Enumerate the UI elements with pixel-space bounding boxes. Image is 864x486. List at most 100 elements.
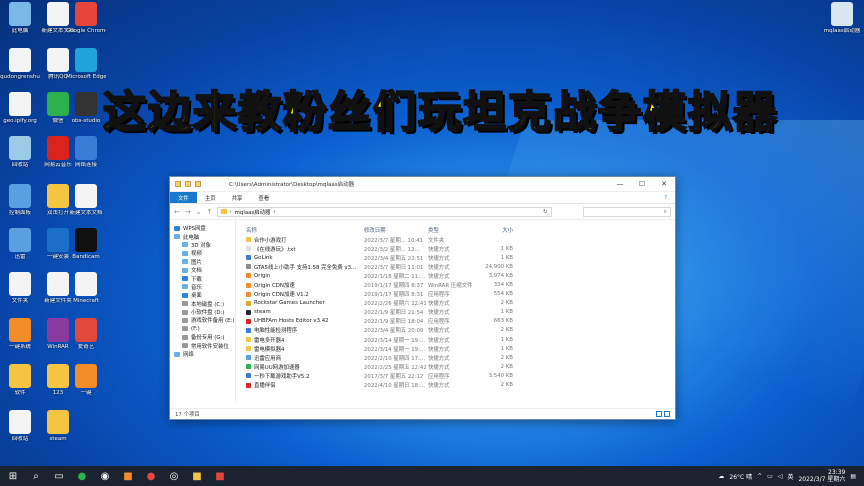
- steam-icon[interactable]: ◉: [98, 469, 112, 483]
- address-bar[interactable]: › mqlaas启动器 › ↻: [216, 206, 552, 217]
- nav-item[interactable]: 桌面: [170, 291, 235, 299]
- table-row[interactable]: 雷电多开器4 2022/3/14 星期一 19:... 快捷方式 1 KB: [236, 335, 675, 344]
- desktop-icon[interactable]: 文件夹: [0, 272, 40, 316]
- nav-item[interactable]: 下载: [170, 274, 235, 283]
- task-view-icon[interactable]: ▭: [52, 469, 66, 483]
- desktop-icon[interactable]: steam: [38, 410, 78, 454]
- desktop-icon[interactable]: 爱奇艺: [66, 318, 106, 362]
- input-method-icon[interactable]: 英: [787, 472, 793, 481]
- table-row[interactable]: Origin 2022/1/18 星期二 11:... 快捷方式 3,974 KB: [236, 271, 675, 280]
- desktop-icon[interactable]: Google Chrome: [66, 2, 106, 46]
- desktop-icon[interactable]: qudongrenshu: [0, 48, 40, 92]
- table-row[interactable]: steam 2022/1/9 星期日 21:54 快捷方式 1 KB: [236, 308, 675, 317]
- up-arrow-icon[interactable]: ↑: [207, 208, 213, 216]
- desktop-icon[interactable]: obs-studio: [66, 92, 106, 136]
- desktop-icon[interactable]: Bandicam: [66, 228, 106, 272]
- search-input[interactable]: ⌕: [583, 206, 671, 217]
- table-row[interactable]: 电脑性能检测程序 2022/3/4 星期五 20:09 快捷方式 2 KB: [236, 326, 675, 335]
- desktop-icon[interactable]: 回收站: [0, 410, 40, 454]
- recent-dropdown-icon[interactable]: ⌄: [196, 208, 202, 216]
- large-icons-view-icon[interactable]: [664, 411, 670, 417]
- details-view-icon[interactable]: [656, 411, 662, 417]
- nav-item[interactable]: 小软件盘 (D:): [170, 308, 235, 316]
- nav-item[interactable]: 此电脑: [170, 232, 235, 241]
- search-icon[interactable]: ⌕: [29, 469, 43, 483]
- tray-expand-icon[interactable]: ^: [757, 473, 762, 480]
- table-row[interactable]: 一秒下载游戏助手V5.2 2017/3/7 星期五 22:12 应用程序 3,540 …: [236, 371, 675, 380]
- file-explorer-window[interactable]: C:\Users\Administrator\Desktop\mqlaas启动器…: [169, 176, 676, 420]
- windows-start-icon[interactable]: ⊞: [6, 469, 20, 483]
- desktop-icon[interactable]: 新建文本文档: [66, 184, 106, 228]
- tab-home[interactable]: 主页: [197, 192, 224, 203]
- table-row[interactable]: 迅雷应用商 2022/2/10 星期四 17:... 快捷方式 2 KB: [236, 353, 675, 362]
- music-icon[interactable]: ●: [144, 469, 158, 483]
- nav-item-icon: [182, 267, 188, 273]
- app-icon[interactable]: ■: [121, 469, 135, 483]
- notification-icon[interactable]: ▤: [850, 473, 856, 480]
- nav-item[interactable]: WPS网盘: [170, 224, 235, 232]
- desktop-icon[interactable]: geo.ipify.org: [0, 92, 40, 136]
- wechat-icon[interactable]: ●: [75, 469, 89, 483]
- network-icon[interactable]: ▭: [767, 473, 773, 480]
- table-row[interactable]: UHBFAm Hosts Editor v3.42 2022/1/9 星期日 18…: [236, 317, 675, 326]
- refresh-icon[interactable]: ↻: [543, 209, 551, 215]
- nav-item[interactable]: 游戏软件备用 (E:): [170, 316, 235, 324]
- back-arrow-icon[interactable]: ←: [174, 208, 180, 216]
- table-row[interactable]: 合作小游戏打 2022/3/7 星期... 10:41 文件夹: [236, 235, 675, 244]
- desktop-icon[interactable]: mqlaas启动器: [822, 2, 862, 46]
- maximize-button[interactable]: ☐: [631, 180, 653, 188]
- nav-item[interactable]: 文档: [170, 266, 235, 274]
- table-row[interactable]: Rockstar Games Launcher 2022/2/26 星期六 22:…: [236, 299, 675, 308]
- properties-icon[interactable]: [185, 181, 191, 187]
- obs-icon[interactable]: ◎: [167, 469, 181, 483]
- desktop-icon[interactable]: Minecraft: [66, 272, 106, 316]
- nav-item[interactable]: 网络: [170, 350, 235, 358]
- explorer-icon[interactable]: ■: [190, 469, 204, 483]
- close-button[interactable]: ✕: [653, 180, 675, 188]
- weather-text[interactable]: 26°C 晴: [729, 472, 752, 481]
- forward-arrow-icon[interactable]: →: [185, 208, 191, 216]
- desktop-icon[interactable]: 回收站: [0, 136, 40, 180]
- desktop-icon[interactable]: 一键: [66, 364, 106, 408]
- iqiyi-icon[interactable]: ■: [213, 469, 227, 483]
- title-bar[interactable]: C:\Users\Administrator\Desktop\mqlaas启动器…: [170, 177, 675, 192]
- weather-icon[interactable]: ☁: [718, 473, 724, 480]
- nav-item[interactable]: 3D 对象: [170, 241, 235, 249]
- desktop-icon[interactable]: 迅雷: [0, 228, 40, 272]
- column-size[interactable]: 大小: [483, 226, 513, 234]
- nav-item[interactable]: (F:): [170, 325, 235, 333]
- nav-item[interactable]: 音乐: [170, 283, 235, 291]
- desktop-icon[interactable]: 软件: [0, 364, 40, 408]
- desktop-icon[interactable]: 控制面板: [0, 184, 40, 228]
- column-type[interactable]: 类型: [428, 226, 483, 234]
- desktop-icon[interactable]: Microsoft Edge: [66, 48, 106, 92]
- table-row[interactable]: 雷电模拟器4 2022/3/14 星期一 19:... 快捷方式 1 KB: [236, 344, 675, 353]
- clock[interactable]: 23:39 2022/3/7 星期六: [798, 469, 845, 483]
- table-row[interactable]: GoLink 2022/3/4 星期五 22:51 快捷方式 1 KB: [236, 253, 675, 262]
- nav-item[interactable]: 视频: [170, 249, 235, 257]
- column-name[interactable]: 名称: [246, 226, 364, 234]
- desktop-icon[interactable]: 网络连接: [66, 136, 106, 180]
- desktop-icon[interactable]: 一键系统: [0, 318, 40, 362]
- breadcrumb[interactable]: mqlaas启动器: [235, 208, 271, 216]
- table-row[interactable]: Origin CDN加速 V1.2 2019/1/17 星期四 8:31 应用程序 5…: [236, 290, 675, 299]
- help-icon[interactable]: ?: [656, 192, 675, 203]
- breadcrumb-chevron-icon[interactable]: ›: [273, 209, 275, 215]
- table-row[interactable]: 网易UU网游加速器 2022/2/25 星期五 22:42 快捷方式 2 KB: [236, 362, 675, 371]
- nav-item[interactable]: 图片: [170, 258, 235, 266]
- minimize-button[interactable]: —: [609, 180, 631, 188]
- table-row[interactable]: GTA5线上小助手 支持1.58 完全免费 v3... 2022/3/7 星期日 …: [236, 262, 675, 271]
- table-row[interactable]: 《在线游玩》.txt 2022/3/2 星期... 12... 快捷方式 1 KB: [236, 244, 675, 253]
- table-row[interactable]: 直播伴侣 2022/4/10 星期日 18:... 快捷方式 2 KB: [236, 381, 675, 390]
- table-row[interactable]: Origin CDN加速 2019/1/17 星期四 8:37 WinRAR 压缩文…: [236, 280, 675, 289]
- nav-item[interactable]: 备份专用 (G:): [170, 333, 235, 341]
- nav-item[interactable]: 常用软件安装位: [170, 341, 235, 350]
- desktop-icon[interactable]: 此电脑: [0, 2, 40, 46]
- nav-item[interactable]: 本地磁盘 (C:): [170, 300, 235, 308]
- tab-share[interactable]: 共享: [224, 192, 251, 203]
- new-folder-icon[interactable]: [195, 181, 201, 187]
- column-date[interactable]: 修改日期: [364, 226, 428, 234]
- tab-view[interactable]: 查看: [250, 192, 277, 203]
- tab-file[interactable]: 文件: [170, 192, 197, 203]
- volume-icon[interactable]: ◁: [778, 473, 783, 480]
